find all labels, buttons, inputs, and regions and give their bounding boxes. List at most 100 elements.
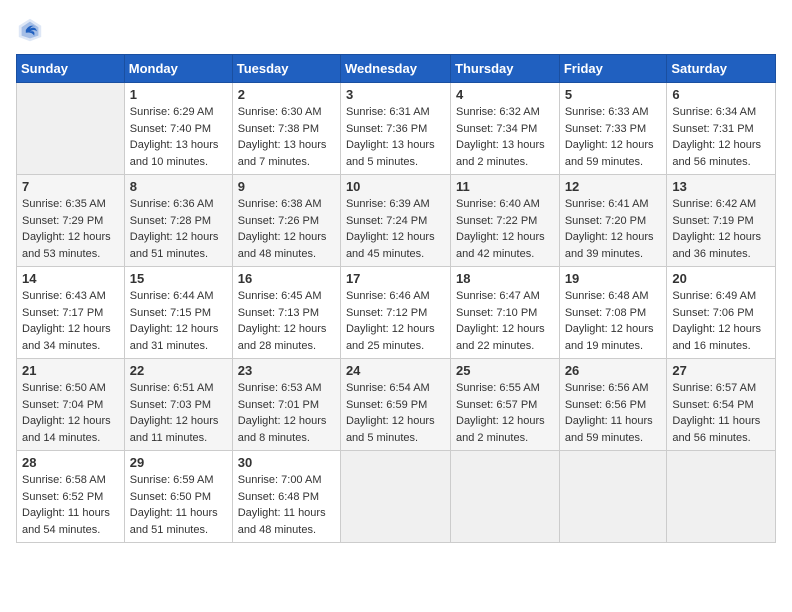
day-number: 7 [22,179,119,194]
sunset-text: Sunset: 7:04 PM [22,399,103,411]
day-number: 29 [130,455,227,470]
logo [16,16,48,44]
sunset-text: Sunset: 6:59 PM [346,399,427,411]
column-header-sunday: Sunday [17,55,125,83]
day-detail: Sunrise: 6:39 AM Sunset: 7:24 PM Daylight:… [346,196,445,262]
day-number: 13 [672,179,770,194]
calendar-cell: 12 Sunrise: 6:41 AMSunset: 7:20 PMDayligh… [559,175,667,267]
sunrise-text: Sunrise: 6:31 AM [346,106,430,118]
day-number: 4 [456,87,554,102]
daylight-text: Daylight: 12 hours and 48 minutes. [238,231,327,260]
day-detail: Sunrise: 6:50 AMSunset: 7:04 PMDaylight:… [22,380,119,446]
day-number: 21 [22,363,119,378]
sunset-text: Sunset: 6:56 PM [565,399,646,411]
calendar-cell: 26Sunrise: 6:56 AMSunset: 6:56 PMDayligh… [559,359,667,451]
day-number: 24 [346,363,445,378]
day-detail: Sunrise: 6:51 AMSunset: 7:03 PMDaylight:… [130,380,227,446]
day-detail: Sunrise: 6:32 AMSunset: 7:34 PMDaylight:… [456,104,554,170]
day-detail: Sunrise: 6:53 AMSunset: 7:01 PMDaylight:… [238,380,335,446]
calendar-cell: 16Sunrise: 6:45 AMSunset: 7:13 PMDayligh… [232,267,340,359]
sunset-text: Sunset: 7:01 PM [238,399,319,411]
day-detail: Sunrise: 6:49 AMSunset: 7:06 PMDaylight:… [672,288,770,354]
day-number: 30 [238,455,335,470]
daylight-text: Daylight: 13 hours and 2 minutes. [456,139,545,168]
daylight-text: Daylight: 12 hours and 19 minutes. [565,323,654,352]
day-number: 3 [346,87,445,102]
sunset-text: Sunset: 7:36 PM [346,123,427,135]
day-number: 15 [130,271,227,286]
calendar-cell: 17Sunrise: 6:46 AMSunset: 7:12 PMDayligh… [340,267,450,359]
column-header-monday: Monday [124,55,232,83]
calendar-cell: 2Sunrise: 6:30 AMSunset: 7:38 PMDaylight… [232,83,340,175]
daylight-text: Daylight: 12 hours and 45 minutes. [346,231,435,260]
sunset-text: Sunset: 7:06 PM [672,307,753,319]
day-number: 17 [346,271,445,286]
sunrise-text: Sunrise: 6:35 AM [22,198,106,210]
calendar-cell: 14Sunrise: 6:43 AMSunset: 7:17 PMDayligh… [17,267,125,359]
sunrise-text: Sunrise: 6:59 AM [130,474,214,486]
calendar-cell: 22Sunrise: 6:51 AMSunset: 7:03 PMDayligh… [124,359,232,451]
daylight-text: Daylight: 12 hours and 22 minutes. [456,323,545,352]
day-detail: Sunrise: 6:34 AMSunset: 7:31 PMDaylight:… [672,104,770,170]
sunset-text: Sunset: 7:26 PM [238,215,319,227]
day-number: 16 [238,271,335,286]
sunrise-text: Sunrise: 6:29 AM [130,106,214,118]
sunset-text: Sunset: 7:15 PM [130,307,211,319]
daylight-text: Daylight: 11 hours and 51 minutes. [130,507,218,536]
column-header-wednesday: Wednesday [340,55,450,83]
calendar-header-row: SundayMondayTuesdayWednesdayThursdayFrid… [17,55,776,83]
calendar-cell: 21 Sunrise: 6:50 AMSunset: 7:04 PMDayligh… [17,359,125,451]
sunrise-text: Sunrise: 6:55 AM [456,382,540,394]
column-header-tuesday: Tuesday [232,55,340,83]
day-number: 26 [565,363,662,378]
day-number: 2 [238,87,335,102]
sunset-text: Sunset: 6:52 PM [22,491,103,503]
daylight-text: Daylight: 11 hours and 56 minutes. [672,415,760,444]
day-number: 12 [565,179,662,194]
daylight-text: Daylight: 12 hours and 16 minutes. [672,323,761,352]
calendar-cell: 20Sunrise: 6:49 AMSunset: 7:06 PMDayligh… [667,267,776,359]
daylight-text: Daylight: 12 hours and 39 minutes. [565,231,654,260]
calendar-cell: 1Sunrise: 6:29 AMSunset: 7:40 PMDaylight… [124,83,232,175]
sunset-text: Sunset: 6:54 PM [672,399,753,411]
sunset-text: Sunset: 7:40 PM [130,123,211,135]
day-detail: Sunrise: 7:00 AMSunset: 6:48 PMDaylight:… [238,472,335,538]
daylight-text: Daylight: 13 hours and 10 minutes. [130,139,219,168]
sunrise-text: Sunrise: 6:34 AM [672,106,756,118]
day-detail: Sunrise: 6:41 AMSunset: 7:20 PMDaylight:… [565,196,662,262]
calendar-cell: 7Sunrise: 6:35 AMSunset: 7:29 PMDaylight… [17,175,125,267]
sunset-text: Sunset: 7:12 PM [346,307,427,319]
day-number: 27 [672,363,770,378]
day-detail: Sunrise: 6:44 AMSunset: 7:15 PMDaylight:… [130,288,227,354]
calendar-cell [559,451,667,543]
calendar-cell [340,451,450,543]
day-number: 19 [565,271,662,286]
sunrise-text: Sunrise: 6:36 AM [130,198,214,210]
day-number: 5 [565,87,662,102]
day-detail: Sunrise: 6:29 AM Sunset: 7:40 PM Daylight:… [130,104,227,170]
calendar-cell: 19Sunrise: 6:48 AMSunset: 7:08 PMDayligh… [559,267,667,359]
day-detail: Sunrise: 6:46 AMSunset: 7:12 PMDaylight:… [346,288,445,354]
sunrise-text: Sunrise: 6:40 AM [456,198,540,210]
day-number: 8 [130,179,227,194]
sunrise-text: Sunrise: 6:39 AM [346,198,430,210]
day-detail: Sunrise: 6:31 AMSunset: 7:36 PMDaylight:… [346,104,445,170]
calendar-cell: 11Sunrise: 6:40 AMSunset: 7:22 PMDayligh… [451,175,560,267]
sunset-text: Sunset: 6:57 PM [456,399,537,411]
sunrise-text: Sunrise: 6:41 AM [565,198,649,210]
calendar-cell: 30 Sunrise: 7:00 AMSunset: 6:48 PMDayligh… [232,451,340,543]
logo-icon [16,16,44,44]
sunset-text: Sunset: 7:24 PM [346,215,427,227]
daylight-text: Daylight: 11 hours and 48 minutes. [238,507,326,536]
sunrise-text: Sunrise: 6:46 AM [346,290,430,302]
calendar-cell: 24Sunrise: 6:54 AMSunset: 6:59 PMDayligh… [340,359,450,451]
calendar-week-row: 14Sunrise: 6:43 AMSunset: 7:17 PMDayligh… [17,267,776,359]
day-detail: Sunrise: 6:47 AMSunset: 7:10 PMDaylight:… [456,288,554,354]
daylight-text: Daylight: 12 hours and 42 minutes. [456,231,545,260]
sunrise-text: Sunrise: 6:56 AM [565,382,649,394]
day-detail: Sunrise: 6:42 AMSunset: 7:19 PMDaylight:… [672,196,770,262]
day-detail: Sunrise: 6:59 AMSunset: 6:50 PMDaylight:… [130,472,227,538]
sunset-text: Sunset: 7:34 PM [456,123,537,135]
daylight-text: Daylight: 12 hours and 34 minutes. [22,323,111,352]
sunrise-text: Sunrise: 6:54 AM [346,382,430,394]
